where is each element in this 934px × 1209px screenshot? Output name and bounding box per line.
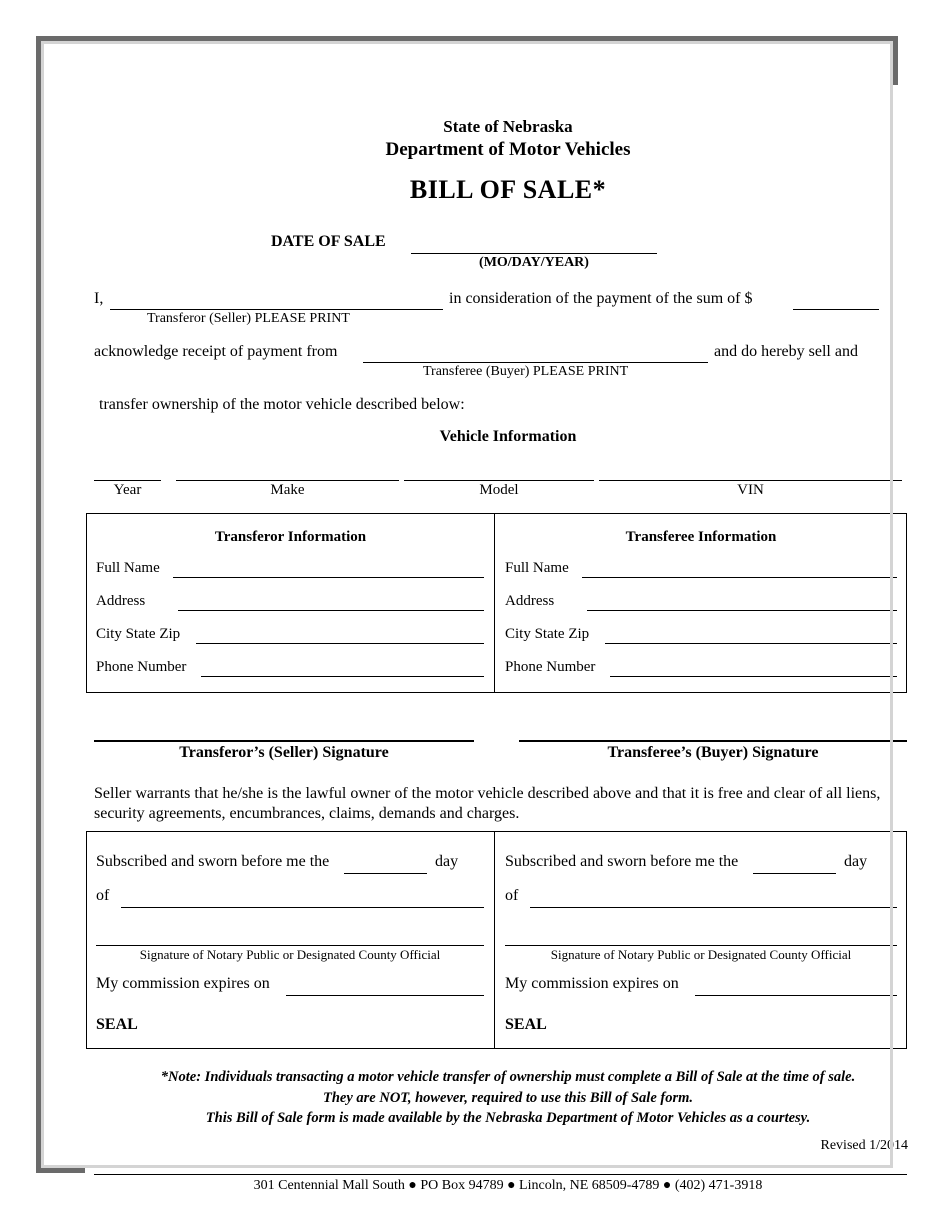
footer-rule bbox=[94, 1174, 907, 1175]
transferor-panel-title: Transferor Information bbox=[214, 529, 367, 545]
transferor-city-state-zip-input[interactable] bbox=[196, 643, 484, 644]
transferee-full-name-input[interactable] bbox=[582, 577, 897, 578]
notary-left-commission-input[interactable] bbox=[286, 995, 484, 996]
transferor-phone-input[interactable] bbox=[201, 676, 484, 677]
notary-right-commission-label: My commission expires on bbox=[505, 975, 679, 992]
form-note-line-2: They are NOT, however, required to use t… bbox=[322, 1089, 694, 1106]
agency-state-line: State of Nebraska bbox=[443, 117, 573, 136]
page-frame: State of Nebraska Department of Motor Ve… bbox=[36, 36, 931, 1206]
footer-address: 301 Centennial Mall South ● PO Box 94789… bbox=[253, 1178, 763, 1193]
form-sheet: State of Nebraska Department of Motor Ve… bbox=[85, 85, 931, 1206]
transferor-address-input[interactable] bbox=[178, 610, 484, 611]
notary-right-seal-label: SEAL bbox=[505, 1016, 547, 1033]
notary-right-signature-input[interactable] bbox=[505, 945, 897, 946]
buyer-name-caption: Transferee (Buyer) PLEASE PRINT bbox=[423, 364, 629, 379]
transfer-ownership-text: transfer ownership of the motor vehicle … bbox=[99, 396, 465, 413]
transferee-panel-title: Transferee Information bbox=[625, 529, 777, 545]
seller-signature-input[interactable] bbox=[94, 740, 474, 742]
acknowledge-tail-text: and do hereby sell and bbox=[714, 343, 858, 360]
notary-left-signature-caption: Signature of Notary Public or Designated… bbox=[139, 947, 441, 962]
revised-date: Revised 1/2014 bbox=[820, 1138, 909, 1153]
notary-right-signature-caption: Signature of Notary Public or Designated… bbox=[550, 947, 852, 962]
i-label: I, bbox=[94, 290, 104, 307]
vehicle-year-input[interactable] bbox=[94, 480, 161, 481]
notary-right-day-word: day bbox=[844, 853, 868, 870]
transferor-address-label: Address bbox=[96, 593, 146, 609]
vehicle-make-input[interactable] bbox=[176, 480, 399, 481]
notary-left-day-word: day bbox=[435, 853, 459, 870]
vehicle-vin-label: VIN bbox=[737, 482, 764, 498]
notary-right-sworn-text: Subscribed and sworn before me the bbox=[505, 853, 739, 870]
notary-left-day-input[interactable] bbox=[344, 873, 427, 874]
vehicle-model-label: Model bbox=[479, 482, 519, 498]
seller-signature-caption: Transferor’s (Seller) Signature bbox=[179, 744, 389, 761]
transferor-full-name-input[interactable] bbox=[173, 577, 484, 578]
notary-left-of-word: of bbox=[96, 887, 110, 904]
notary-right-day-input[interactable] bbox=[753, 873, 836, 874]
form-note: *Note: Individuals transacting a motor v… bbox=[85, 1067, 931, 1129]
seller-name-input[interactable] bbox=[110, 309, 443, 310]
date-of-sale-format-hint: (MO/DAY/YEAR) bbox=[479, 255, 589, 270]
notary-left-month-year-input[interactable] bbox=[121, 907, 484, 908]
transferee-address-input[interactable] bbox=[587, 610, 897, 611]
transferee-phone-input[interactable] bbox=[610, 676, 897, 677]
form-note-line-1: *Note: Individuals transacting a motor v… bbox=[160, 1069, 856, 1085]
transferee-city-state-zip-label: City State Zip bbox=[505, 626, 590, 642]
buyer-signature-input[interactable] bbox=[519, 740, 907, 742]
transferor-phone-label: Phone Number bbox=[96, 659, 187, 675]
vehicle-model-input[interactable] bbox=[404, 480, 594, 481]
vehicle-vin-input[interactable] bbox=[599, 480, 902, 481]
transferor-city-state-zip-label: City State Zip bbox=[96, 626, 181, 642]
transferee-city-state-zip-input[interactable] bbox=[605, 643, 897, 644]
notary-right-of-word: of bbox=[505, 887, 519, 904]
buyer-signature-caption: Transferee’s (Buyer) Signature bbox=[607, 744, 819, 761]
seller-name-caption: Transferor (Seller) PLEASE PRINT bbox=[147, 311, 350, 326]
sale-amount-input[interactable] bbox=[793, 309, 879, 310]
warranty-text: Seller warrants that he/she is the lawfu… bbox=[94, 785, 881, 823]
form-title: BILL OF SALE* bbox=[409, 175, 607, 204]
consideration-text: in consideration of the payment of the s… bbox=[449, 290, 753, 307]
form-note-line-3: This Bill of Sale form is made available… bbox=[205, 1110, 811, 1127]
notary-left-commission-label: My commission expires on bbox=[96, 975, 270, 992]
agency-department-line: Department of Motor Vehicles bbox=[385, 139, 631, 160]
transferor-full-name-label: Full Name bbox=[96, 560, 160, 576]
notary-right-commission-input[interactable] bbox=[695, 995, 897, 996]
acknowledge-text: acknowledge receipt of payment from bbox=[94, 343, 338, 360]
notary-right-month-year-input[interactable] bbox=[530, 907, 897, 908]
notary-left-seal-label: SEAL bbox=[96, 1016, 138, 1033]
transferee-address-label: Address bbox=[505, 593, 555, 609]
buyer-name-input[interactable] bbox=[363, 362, 708, 363]
transferee-full-name-label: Full Name bbox=[505, 560, 569, 576]
date-of-sale-input[interactable] bbox=[411, 253, 657, 254]
notary-left-signature-input[interactable] bbox=[96, 945, 484, 946]
transferee-phone-label: Phone Number bbox=[505, 659, 596, 675]
vehicle-make-label: Make bbox=[270, 482, 305, 498]
notary-box-divider bbox=[494, 831, 495, 1049]
vehicle-year-label: Year bbox=[113, 482, 142, 498]
vehicle-information-heading: Vehicle Information bbox=[439, 428, 577, 445]
notary-left-sworn-text: Subscribed and sworn before me the bbox=[96, 853, 330, 870]
date-of-sale-label: DATE OF SALE bbox=[271, 233, 386, 250]
